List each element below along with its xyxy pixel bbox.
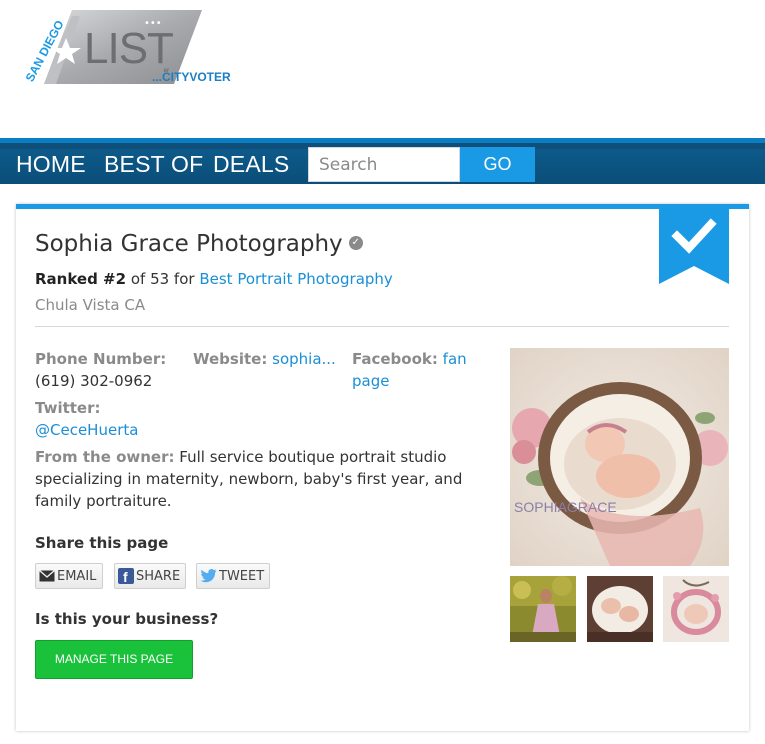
svg-text:...CITYVOTER: ...CITYVOTER bbox=[152, 70, 231, 84]
tweet-label: TWEET bbox=[219, 568, 265, 584]
rank-of: of 53 for bbox=[130, 270, 195, 288]
phone-block: Phone Number: (619) 302-0962 bbox=[35, 348, 185, 392]
facebook-label: Facebook: bbox=[352, 350, 438, 368]
share-title: Share this page bbox=[35, 534, 169, 552]
twitter-bird-icon bbox=[200, 569, 217, 583]
thumbnail-photo-1[interactable] bbox=[510, 576, 576, 642]
thumbnail-photo-2[interactable] bbox=[587, 576, 653, 642]
twitter-block: Twitter: @CeceHuerta bbox=[35, 397, 235, 441]
twitter-share-button[interactable]: TWEET bbox=[196, 563, 270, 589]
nav-home[interactable]: HOME bbox=[16, 151, 86, 178]
site-logo[interactable]: LIST ••• SAN DIEGO BY ...CITYVOTER bbox=[14, 8, 254, 88]
verified-icon: ✓ bbox=[348, 235, 363, 250]
phone-number: (619) 302-0962 bbox=[35, 372, 153, 390]
checkmark-ribbon-icon bbox=[659, 204, 729, 284]
divider bbox=[35, 326, 729, 327]
business-location: Chula Vista CA bbox=[35, 296, 146, 314]
twitter-link[interactable]: @CeceHuerta bbox=[35, 421, 138, 439]
manage-page-button[interactable]: MANAGE THIS PAGE bbox=[35, 640, 193, 679]
twitter-label: Twitter: bbox=[35, 399, 101, 417]
business-card: Sophia Grace Photography ✓ Ranked #2 of 5… bbox=[16, 204, 749, 731]
svg-text:•••: ••• bbox=[144, 18, 162, 29]
main-nav: HOME BEST OF DEALS GO bbox=[0, 138, 765, 184]
website-block: Website: sophia... bbox=[193, 348, 343, 370]
business-title: Sophia Grace Photography ✓ bbox=[35, 231, 363, 257]
phone-label: Phone Number: bbox=[35, 350, 167, 368]
facebook-icon: f bbox=[118, 568, 134, 584]
search-input[interactable] bbox=[308, 147, 460, 182]
svg-text:SOPHIAGRACE: SOPHIAGRACE bbox=[514, 499, 617, 515]
website-link[interactable]: sophia... bbox=[272, 350, 336, 368]
search-go-button[interactable]: GO bbox=[460, 147, 535, 182]
claim-title: Is this your business? bbox=[35, 610, 219, 628]
facebook-share-button[interactable]: f SHARE bbox=[114, 563, 186, 589]
thumbnail-photo-3[interactable] bbox=[663, 576, 729, 642]
rank-label: Ranked #2 bbox=[35, 270, 127, 288]
category-link[interactable]: Best Portrait Photography bbox=[199, 270, 392, 288]
nav-deals[interactable]: DEALS bbox=[213, 151, 289, 178]
business-name: Sophia Grace Photography bbox=[35, 231, 343, 257]
email-label: EMAIL bbox=[57, 568, 97, 584]
envelope-icon bbox=[39, 570, 55, 582]
svg-text:LIST: LIST bbox=[84, 24, 173, 73]
owner-label: From the owner: bbox=[35, 448, 175, 466]
owner-description: From the owner: Full service boutique po… bbox=[35, 446, 480, 512]
rank-line: Ranked #2 of 53 for Best Portrait Photog… bbox=[35, 270, 393, 288]
website-label: Website: bbox=[193, 350, 268, 368]
facebook-block: Facebook: fan page bbox=[352, 348, 492, 392]
email-share-button[interactable]: EMAIL bbox=[35, 563, 103, 589]
svg-text:f: f bbox=[123, 569, 128, 584]
business-main-photo[interactable]: SOPHIAGRACE bbox=[510, 348, 729, 566]
nav-best-of[interactable]: BEST OF bbox=[104, 151, 203, 178]
share-label: SHARE bbox=[136, 568, 181, 584]
